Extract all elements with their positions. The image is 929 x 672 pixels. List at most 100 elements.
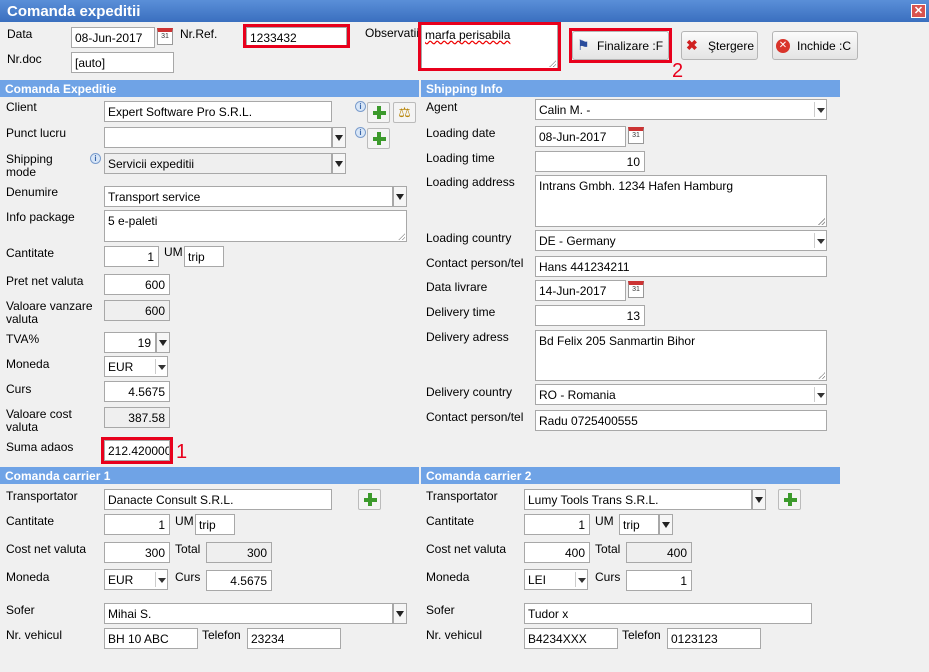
loading-time-input[interactable]: 10: [535, 151, 645, 172]
c1-transportator-label: Transportator: [6, 489, 78, 503]
data-livrare-input[interactable]: 14-Jun-2017: [535, 280, 626, 301]
c1-vehicul-label: Nr. vehicul: [6, 628, 63, 642]
c2-curs-input[interactable]: 1: [626, 570, 692, 591]
suma-adaos-input[interactable]: 212.420000: [104, 440, 170, 461]
moneda-value: EUR: [108, 360, 134, 374]
moneda-label: Moneda: [6, 357, 50, 371]
pret-input[interactable]: 600: [104, 274, 170, 295]
c1-sofer-dropdown[interactable]: [393, 603, 407, 624]
data-input[interactable]: 08-Jun-2017: [71, 27, 155, 48]
delivery-time-input[interactable]: 13: [535, 305, 645, 326]
close-button[interactable]: ✕ Inchide :C: [772, 31, 858, 60]
loading-address-label: Loading address: [426, 175, 515, 189]
delete-button[interactable]: ✖ Ştergere: [681, 31, 758, 60]
shipping-mode-dropdown[interactable]: [332, 153, 346, 174]
resize-grip-icon[interactable]: [398, 233, 405, 240]
delivery-country-select[interactable]: RO - Romania: [535, 384, 827, 405]
c2-vehicul-input[interactable]: B4234XXX: [524, 628, 618, 649]
c2-telefon-input[interactable]: 0123123: [667, 628, 761, 649]
c1-sofer-input[interactable]: Mihai S.: [104, 603, 393, 624]
c2-transportator-dropdown[interactable]: [752, 489, 766, 510]
contact1-label: Contact person/tel: [426, 256, 524, 270]
c2-add-transportator-button[interactable]: [778, 489, 801, 510]
c2-um-input[interactable]: trip: [619, 514, 659, 535]
loading-date-input[interactable]: 08-Jun-2017: [535, 126, 626, 147]
resize-grip-icon[interactable]: [818, 372, 825, 379]
add-client-button[interactable]: [367, 102, 390, 123]
curs-input[interactable]: 4.5675: [104, 381, 170, 402]
tva-input[interactable]: 19: [104, 332, 156, 353]
c2-vehicul-label: Nr. vehicul: [426, 628, 483, 642]
nrref-input[interactable]: 1233432: [246, 27, 347, 48]
c1-cantitate-label: Cantitate: [6, 514, 55, 528]
delivery-address-text: Bd Felix 205 Sanmartin Bihor: [539, 334, 696, 348]
um-input[interactable]: trip: [184, 246, 224, 267]
client-input[interactable]: Expert Software Pro S.R.L.: [104, 101, 332, 122]
c1-moneda-label: Moneda: [6, 570, 50, 584]
c1-curs-label: Curs: [175, 570, 201, 584]
resize-grip-icon[interactable]: [549, 60, 556, 67]
info-package-textarea[interactable]: 5 e-paleti: [104, 210, 407, 242]
c1-vehicul-input[interactable]: BH 10 ABC: [104, 628, 198, 649]
window-close-icon[interactable]: ✕: [911, 4, 926, 18]
delivery-time-label: Delivery time: [426, 305, 496, 319]
c2-cost-input[interactable]: 400: [524, 542, 590, 563]
denumire-input[interactable]: Transport service: [104, 186, 393, 207]
add-punct-button[interactable]: [367, 128, 390, 149]
nrdoc-label: Nr.doc: [7, 52, 42, 66]
punct-lucru-input[interactable]: [104, 127, 332, 148]
shipping-mode-label: Shipping mode: [6, 152, 53, 179]
agent-label: Agent: [426, 100, 458, 114]
cantitate-input[interactable]: 1: [104, 246, 159, 267]
c1-curs-input[interactable]: 4.5675: [206, 570, 272, 591]
c1-telefon-input[interactable]: 23234: [247, 628, 341, 649]
calendar-icon[interactable]: 31: [157, 28, 173, 45]
c1-cantitate-input[interactable]: 1: [104, 514, 170, 535]
c1-transportator-input[interactable]: Danacte Consult S.R.L.: [104, 489, 332, 510]
c1-cost-input[interactable]: 300: [104, 542, 170, 563]
c2-um-label: UM: [595, 514, 614, 528]
info-icon[interactable]: i: [90, 153, 101, 164]
info-icon[interactable]: i: [355, 127, 366, 138]
c1-add-transportator-button[interactable]: [358, 489, 381, 510]
c2-cantitate-input[interactable]: 1: [524, 514, 590, 535]
c2-sofer-label: Sofer: [426, 603, 455, 617]
c1-moneda-select[interactable]: EUR: [104, 569, 168, 590]
section-carrier-1: Comanda carrier 1: [0, 467, 419, 484]
observatii-textarea[interactable]: marfa perisabila: [421, 24, 558, 69]
scale-icon[interactable]: ⚖: [393, 102, 416, 123]
close-icon: ✕: [776, 39, 790, 53]
delivery-address-textarea[interactable]: Bd Felix 205 Sanmartin Bihor: [535, 330, 827, 381]
loading-country-value: DE - Germany: [539, 234, 616, 248]
c2-um-dropdown[interactable]: [659, 514, 673, 535]
contact1-input[interactable]: Hans 441234211: [535, 256, 827, 277]
loading-country-select[interactable]: DE - Germany: [535, 230, 827, 251]
calendar-icon[interactable]: 31: [628, 281, 644, 298]
c1-sofer-label: Sofer: [6, 603, 35, 617]
c1-telefon-label: Telefon: [202, 628, 241, 642]
suma-adaos-label: Suma adaos: [6, 440, 74, 454]
denumire-dropdown[interactable]: [393, 186, 407, 207]
loading-country-label: Loading country: [426, 231, 512, 245]
nrdoc-input[interactable]: [auto]: [71, 52, 174, 73]
tva-label: TVA%: [6, 332, 40, 346]
c1-um-input[interactable]: trip: [195, 514, 235, 535]
info-icon[interactable]: i: [355, 101, 366, 112]
tva-dropdown[interactable]: [156, 332, 170, 353]
contact2-input[interactable]: Radu 0725400555: [535, 410, 827, 431]
moneda-select[interactable]: EUR: [104, 356, 168, 377]
c2-sofer-input[interactable]: Tudor x: [524, 603, 812, 624]
c2-transportator-input[interactable]: Lumy Tools Trans S.R.L.: [524, 489, 752, 510]
finalize-button[interactable]: ⚑ Finalizare :F: [572, 31, 669, 60]
punct-lucru-dropdown[interactable]: [332, 127, 346, 148]
calendar-icon[interactable]: 31: [628, 127, 644, 144]
section-carrier-2: Comanda carrier 2: [421, 467, 840, 484]
agent-select[interactable]: Calin M. -: [535, 99, 827, 120]
chevron-down-icon: [814, 102, 825, 117]
window-titlebar: Comanda expeditii ✕: [0, 0, 929, 22]
loading-address-textarea[interactable]: Intrans Gmbh. 1234 Hafen Hamburg: [535, 175, 827, 227]
c2-moneda-select[interactable]: LEI: [524, 569, 588, 590]
shipping-mode-select[interactable]: Servicii expeditii: [104, 153, 332, 174]
resize-grip-icon[interactable]: [818, 218, 825, 225]
delete-label: Ştergere: [708, 39, 755, 53]
